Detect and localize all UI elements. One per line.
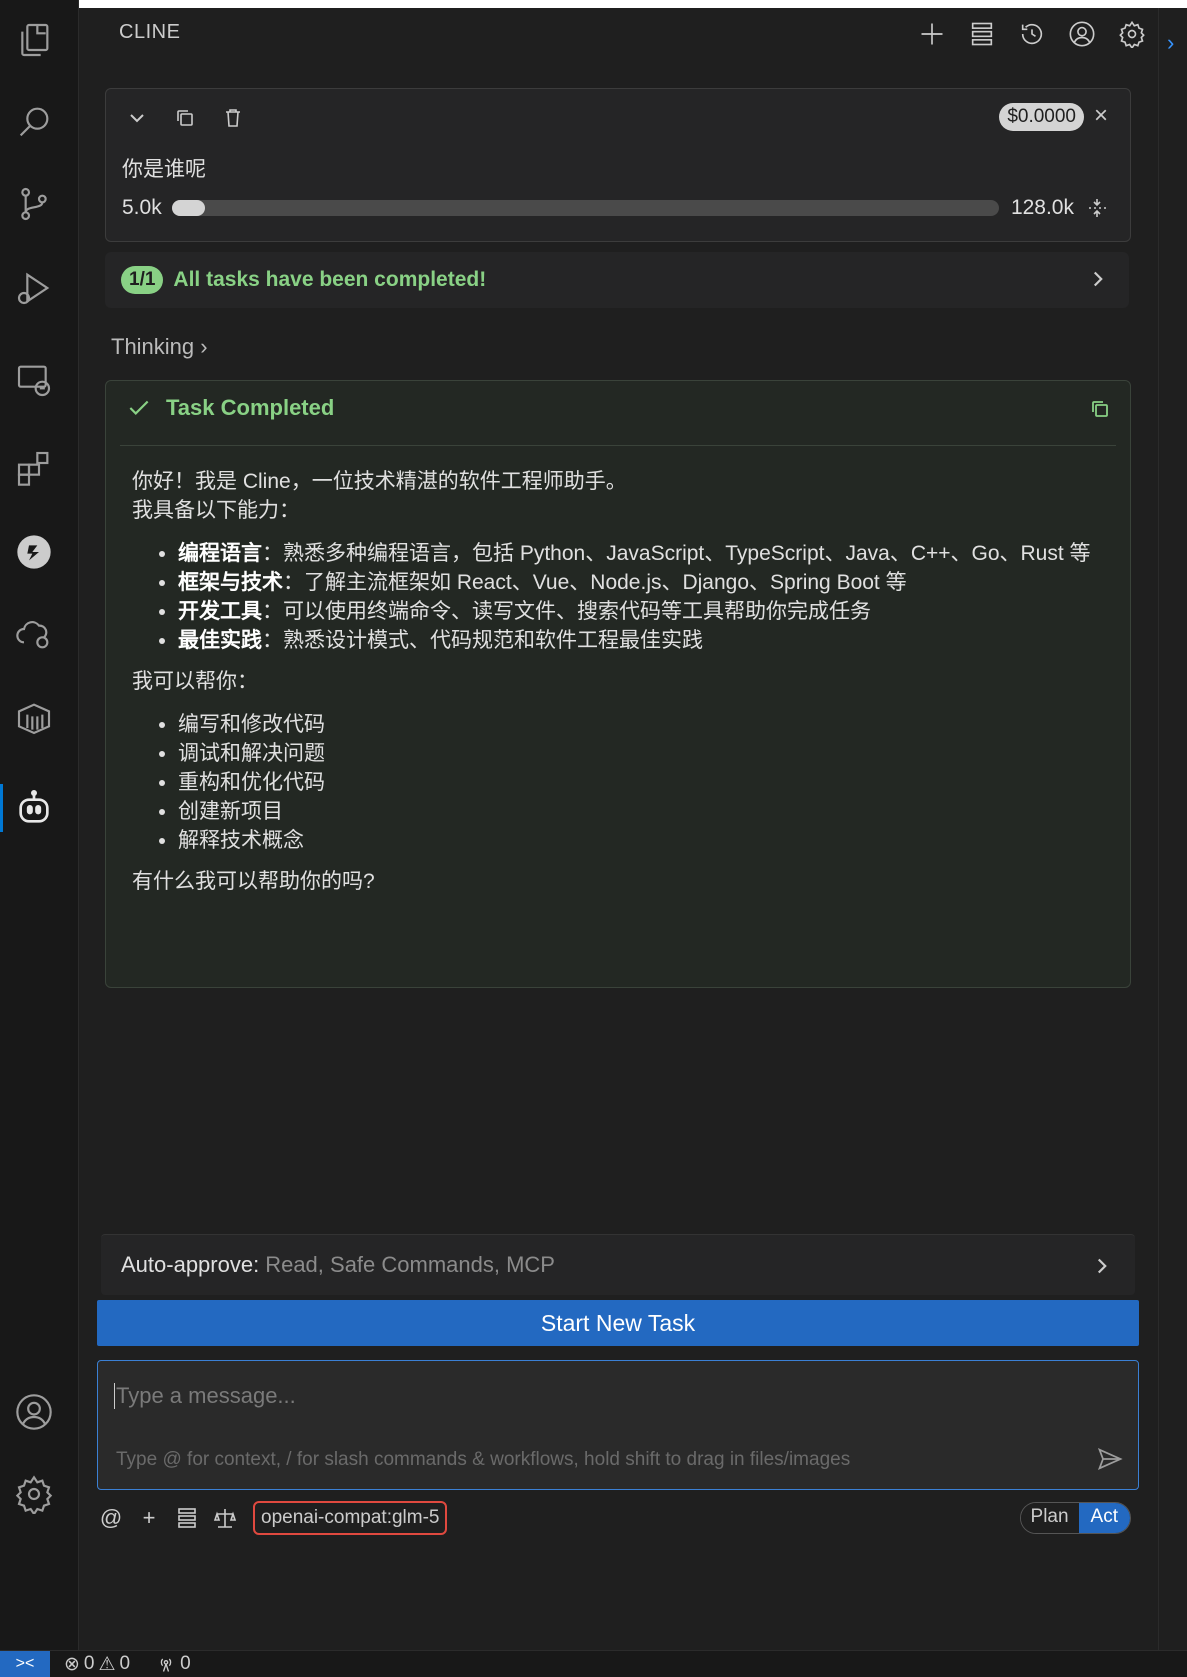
plan-mode-button[interactable]: Plan: [1020, 1503, 1079, 1533]
ports-indicator[interactable]: 0: [156, 1653, 191, 1675]
context-window: 5.0k 128.0k: [122, 193, 1112, 223]
warning-icon: ⚠: [98, 1653, 116, 1675]
text-caret: [114, 1383, 115, 1409]
source-control-icon[interactable]: [10, 180, 58, 228]
auto-approve-label: Auto-approve:: [121, 1252, 260, 1277]
chevron-right-icon[interactable]: ›: [1167, 30, 1174, 56]
extensions-icon[interactable]: [10, 444, 58, 492]
act-mode-button[interactable]: Act: [1078, 1503, 1130, 1533]
broadcast-icon: [156, 1654, 176, 1674]
containers-icon[interactable]: [10, 694, 58, 742]
help-list: 编写和修改代码 调试和解决问题 重构和优化代码 创建新项目 解释技术概念: [132, 710, 1104, 855]
completion-body: 你好！我是 Cline，一位技术精湛的软件工程师助手。 我具备以下能力： 编程语…: [132, 467, 1104, 896]
list-item: 开发工具：可以使用终端命令、读写文件、搜索代码等工具帮助你完成任务: [178, 597, 1104, 626]
rules-icon[interactable]: [211, 1504, 239, 1532]
chevron-right-icon: [1085, 266, 1111, 292]
auto-approve-bar[interactable]: Auto-approve: Read, Safe Commands, MCP: [101, 1234, 1135, 1295]
secondary-sidebar-edge: ›: [1158, 8, 1187, 1650]
task-progress[interactable]: 1/1 All tasks have been completed!: [105, 252, 1129, 308]
at-mention-icon[interactable]: @: [97, 1504, 125, 1532]
input-toolbar: @ + openai-compat:glm-5 Plan Act: [97, 1496, 1147, 1540]
account-icon[interactable]: [1064, 16, 1100, 52]
status-bar: >< ⊗ 0 ⚠ 0 0: [0, 1650, 1187, 1677]
run-debug-icon[interactable]: [10, 264, 58, 312]
list-item: 框架与技术：了解主流框架如 React、Vue、Node.js、Django、S…: [178, 568, 1104, 597]
list-item: 编写和修改代码: [178, 710, 1104, 739]
copy-icon[interactable]: [170, 103, 200, 133]
mcp-servers-icon[interactable]: [964, 16, 1000, 52]
cline-panel: CLINE $0.0000 × 你是谁呢 5.0k 128.0k 1/1 All…: [79, 8, 1158, 1650]
closing-line: 有什么我可以帮助你的吗?: [132, 870, 375, 893]
remote-explorer-icon[interactable]: [10, 356, 58, 404]
cline-icon[interactable]: [0, 784, 58, 832]
message-placeholder: Type a message...: [116, 1383, 296, 1408]
plan-act-toggle[interactable]: Plan Act: [1019, 1502, 1131, 1534]
history-icon[interactable]: [1014, 16, 1050, 52]
list-item: 创建新项目: [178, 797, 1104, 826]
context-used: 5.0k: [122, 196, 162, 219]
intro-line: 我具备以下能力：: [132, 499, 300, 522]
close-task-button[interactable]: ×: [1086, 101, 1116, 131]
search-icon[interactable]: [10, 98, 58, 146]
problems-indicator[interactable]: ⊗ 0 ⚠ 0: [64, 1653, 130, 1676]
explorer-icon[interactable]: [10, 16, 58, 64]
settings-icon[interactable]: [1114, 16, 1150, 52]
progress-badge: 1/1: [121, 266, 164, 294]
panel-title: CLINE: [119, 21, 181, 43]
list-item: 解释技术概念: [178, 826, 1104, 855]
error-icon: ⊗: [64, 1653, 80, 1675]
trash-icon[interactable]: [218, 103, 248, 133]
task-header: $0.0000 × 你是谁呢 5.0k 128.0k: [105, 88, 1131, 242]
input-hint: Type @ for context, / for slash commands…: [116, 1449, 851, 1470]
cloud-icon[interactable]: [10, 610, 58, 658]
list-item: 最佳实践：熟悉设计模式、代码规范和软件工程最佳实践: [178, 626, 1104, 655]
new-task-icon[interactable]: [914, 16, 950, 52]
message-input[interactable]: Type a message... Type @ for context, / …: [97, 1360, 1139, 1490]
completion-title: Task Completed: [166, 395, 335, 420]
remote-indicator[interactable]: ><: [0, 1651, 50, 1677]
model-selector[interactable]: openai-compat:glm-5: [253, 1501, 448, 1535]
context-max: 128.0k: [1010, 196, 1074, 219]
list-item: 调试和解决问题: [178, 739, 1104, 768]
task-text: 你是谁呢: [122, 158, 206, 181]
send-icon[interactable]: [1096, 1445, 1124, 1473]
panel-toolbar: [914, 16, 1150, 52]
mcp-servers-icon[interactable]: [173, 1504, 201, 1532]
cost-badge: $0.0000: [999, 103, 1084, 131]
abilities-list: 编程语言：熟悉多种编程语言，包括 Python、JavaScript、TypeS…: [132, 539, 1104, 655]
add-context-icon[interactable]: +: [135, 1504, 163, 1532]
manage-gear-icon[interactable]: [10, 1470, 58, 1518]
chevron-right-icon: [1089, 1253, 1115, 1279]
compress-icon[interactable]: [1082, 193, 1112, 223]
context-progress-fill: [172, 200, 206, 216]
completion-card: Task Completed 你好！我是 Cline，一位技术精湛的软件工程师助…: [105, 380, 1131, 988]
intro-line: 你好！我是 Cline，一位技术精湛的软件工程师助手。: [132, 470, 627, 493]
account-icon[interactable]: [10, 1388, 58, 1436]
thinking-toggle[interactable]: Thinking ›: [111, 334, 208, 360]
check-icon: [126, 395, 152, 421]
start-new-task-button[interactable]: Start New Task: [97, 1300, 1139, 1346]
list-item: 编程语言：熟悉多种编程语言，包括 Python、JavaScript、TypeS…: [178, 539, 1104, 568]
copy-icon[interactable]: [1088, 397, 1112, 421]
context-progress-bar: [172, 200, 999, 216]
chevron-down-icon[interactable]: [122, 103, 152, 133]
divider: [120, 445, 1116, 446]
auto-approve-value: Read, Safe Commands, MCP: [265, 1252, 555, 1277]
list-item: 重构和优化代码: [178, 768, 1104, 797]
activity-bar: [0, 0, 79, 1650]
help-heading: 我可以帮你：: [132, 670, 258, 693]
progress-text: All tasks have been completed!: [173, 268, 487, 291]
top-strip: [0, 0, 1187, 8]
gitlens-icon[interactable]: [10, 528, 58, 576]
